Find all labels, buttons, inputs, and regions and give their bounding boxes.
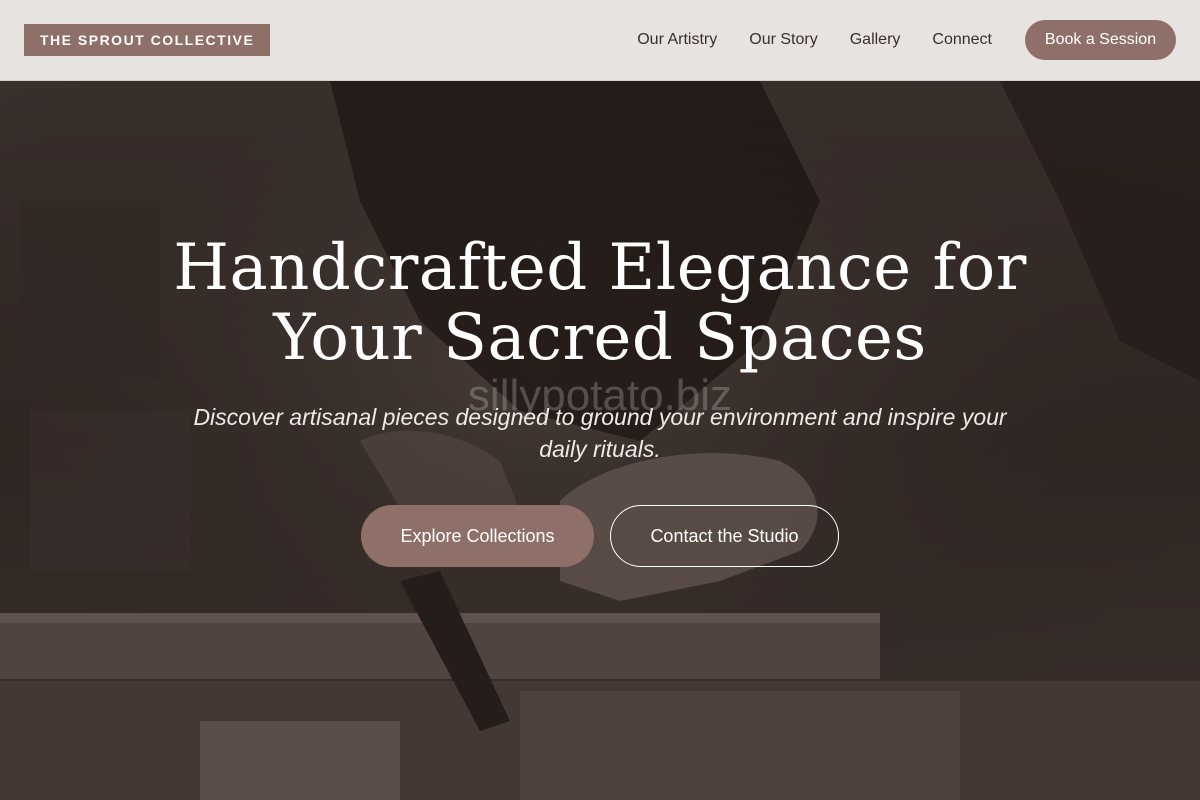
nav-link-our-artistry[interactable]: Our Artistry <box>637 31 717 49</box>
nav-link-gallery[interactable]: Gallery <box>850 31 901 49</box>
hero-title: Handcrafted Elegance for Your Sacred Spa… <box>0 233 1200 373</box>
hero-title-line2: Your Sacred Spaces <box>273 301 927 375</box>
nav-link-connect[interactable]: Connect <box>932 31 992 49</box>
book-session-button[interactable]: Book a Session <box>1025 20 1176 60</box>
hero-subtitle: Discover artisanal pieces designed to gr… <box>193 404 1007 462</box>
brand-logo[interactable]: THE SPROUT COLLECTIVE <box>24 24 271 56</box>
hero-title-line1: Handcrafted Elegance for <box>173 231 1027 305</box>
main-nav: Our Artistry Our Story Gallery Connect B… <box>637 20 1176 60</box>
site-header: THE SPROUT COLLECTIVE Our Artistry Our S… <box>0 0 1200 81</box>
nav-link-our-story[interactable]: Our Story <box>749 31 817 49</box>
hero-section: Handcrafted Elegance for Your Sacred Spa… <box>0 81 1200 800</box>
explore-collections-button[interactable]: Explore Collections <box>361 505 594 567</box>
contact-studio-button[interactable]: Contact the Studio <box>610 505 839 567</box>
